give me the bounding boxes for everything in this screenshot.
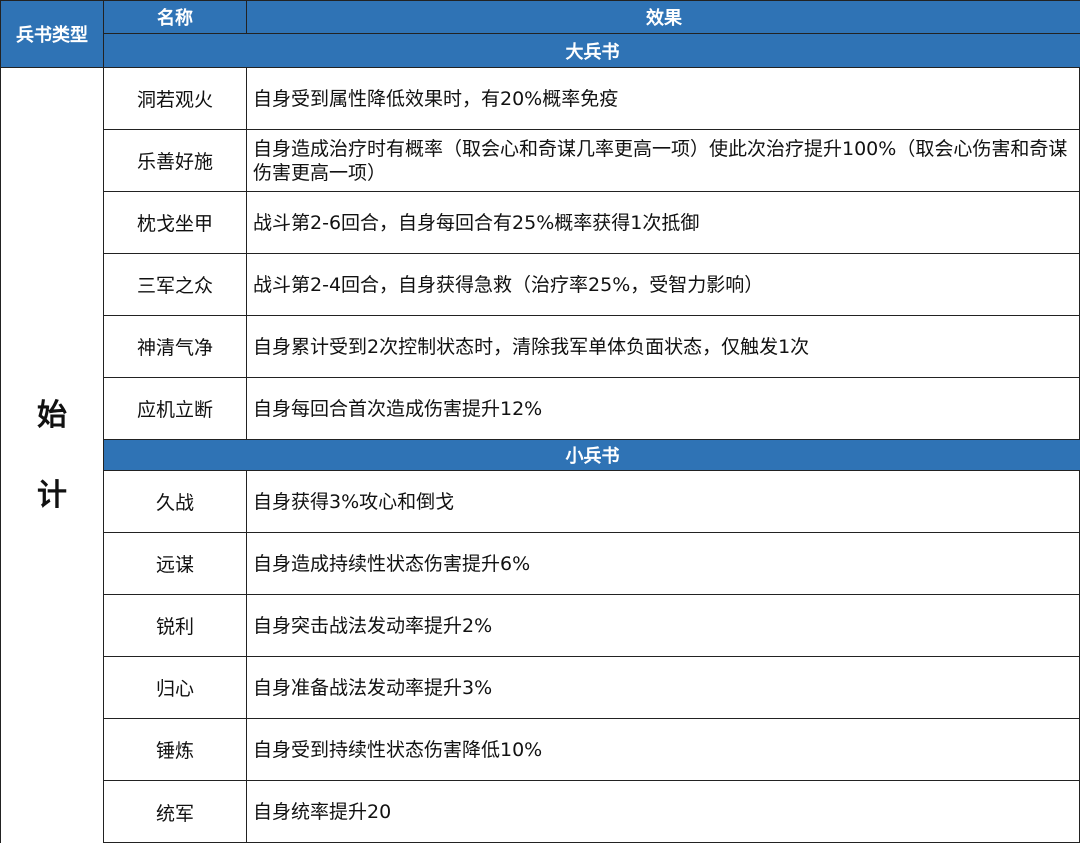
section-header-minor: 小兵书 [104,440,1080,471]
row-name: 锤炼 [104,719,247,781]
row-name: 统军 [104,781,247,843]
row-name: 远谋 [104,533,247,595]
section-header-major: 大兵书 [104,34,1080,68]
row-effect: 自身造成治疗时有概率（取会心和奇谋几率更高一项）使此次治疗提升100%（取会心伤… [247,130,1080,192]
row-effect: 战斗第2-4回合，自身获得急救（治疗率25%，受智力影响） [247,254,1080,316]
row-effect: 自身准备战法发动率提升3% [247,657,1080,719]
row-name: 洞若观火 [104,68,247,130]
row-name: 应机立断 [104,378,247,440]
row-effect: 自身累计受到2次控制状态时，清除我军单体负面状态，仅触发1次 [247,316,1080,378]
row-effect: 自身获得3%攻心和倒戈 [247,471,1080,533]
row-effect: 自身受到属性降低效果时，有20%概率免疫 [247,68,1080,130]
row-name: 乐善好施 [104,130,247,192]
row-effect: 自身造成持续性状态伤害提升6% [247,533,1080,595]
column-header-type: 兵书类型 [1,1,104,68]
row-effect: 自身统率提升20 [253,801,392,823]
row-name: 归心 [104,657,247,719]
type-char-1: 始 [37,397,67,433]
type-cell: 始 计 [1,68,104,843]
row-name: 久战 [104,471,247,533]
row-name: 锐利 [104,595,247,657]
row-name: 枕戈坐甲 [104,192,247,254]
column-header-name: 名称 [104,1,247,34]
row-effect: 自身突击战法发动率提升2% [247,595,1080,657]
column-header-effect: 效果 [247,1,1080,34]
bingshu-table: 兵书类型 名称 效果 大兵书 始 计 洞若观火 自身受到属性降低效果时，有20%… [0,0,1080,843]
row-name: 神清气净 [104,316,247,378]
row-effect: 自身受到持续性状态伤害降低10% [247,719,1080,781]
row-effect: 战斗第2-6回合，自身每回合有25%概率获得1次抵御 [247,192,1080,254]
row-effect: 自身每回合首次造成伤害提升12% [247,378,1080,440]
type-char-2: 计 [37,477,67,513]
row-name: 三军之众 [104,254,247,316]
